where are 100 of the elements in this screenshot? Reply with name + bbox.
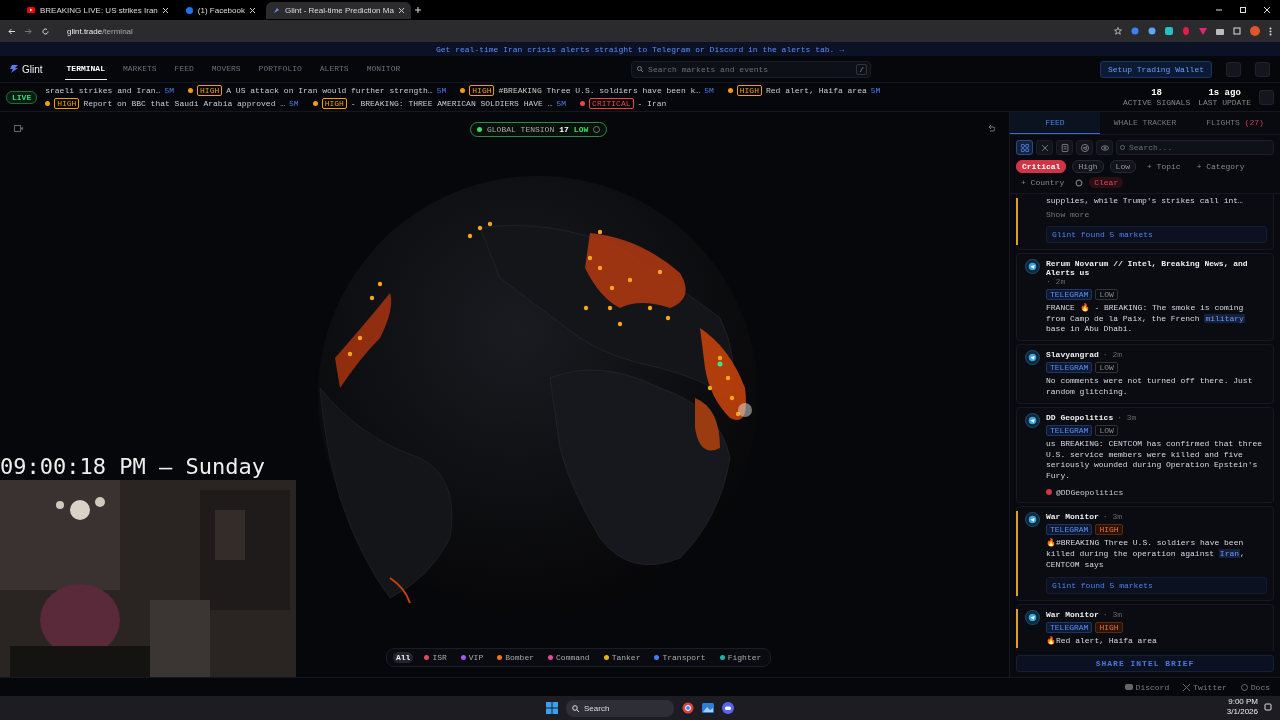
ticker-headline[interactable]: A US attack on Iran would further strength… xyxy=(226,86,433,95)
level-chip[interactable]: Low xyxy=(1109,160,1136,173)
markets-link[interactable]: Glint found 5 markets xyxy=(1046,225,1267,243)
windows-icon[interactable] xyxy=(546,702,558,714)
source-tag: TELEGRAM xyxy=(1046,288,1093,300)
maximize-icon[interactable] xyxy=(1240,7,1246,13)
feed-card[interactable]: War Monitor · 3m TELEGRAM HIGH 🔥Red alert, Haifa area xyxy=(1016,604,1274,651)
close-icon[interactable] xyxy=(249,7,255,13)
legend-filter[interactable]: Bomber xyxy=(494,652,538,663)
logo-text[interactable]: Glint xyxy=(22,63,43,75)
taskbar-search[interactable]: Search xyxy=(566,699,674,717)
clear-button[interactable]: Clear xyxy=(1089,177,1124,188)
author-name[interactable]: Rerum Novarum // Intel, Breaking News, and Alerts us xyxy=(1046,258,1267,277)
nav-tab[interactable]: MOVERS xyxy=(209,58,243,80)
feed-card[interactable]: Rerum Novarum // Intel, Breaking News, and Alerts us · 2m TELEGRAM LOW FRANCE 🔥 - BREAKING: The smoke is coming from Camp de la Paix, the French military base in Abu Dhabi. xyxy=(1016,252,1274,342)
ticker-headline[interactable]: Red alert, Haifa area xyxy=(765,86,867,95)
profile-avatar[interactable] xyxy=(1250,26,1260,36)
extension-icon[interactable] xyxy=(1182,27,1190,35)
author-name[interactable]: Slavyangrad xyxy=(1046,350,1099,360)
legend-filter[interactable]: VIP xyxy=(457,652,487,663)
legend-filter[interactable]: Command xyxy=(545,652,593,663)
panel-tab[interactable]: FLIGHTS (27) xyxy=(1190,112,1280,134)
age-label: 5M xyxy=(164,86,175,95)
footer-link[interactable]: Discord xyxy=(1135,682,1170,692)
legend-filter[interactable]: Transport xyxy=(651,652,709,663)
nav-tab[interactable]: PORTFOLIO xyxy=(256,58,304,80)
panel-tab[interactable]: WHALE TRACKER xyxy=(1100,112,1190,134)
new-tab-icon[interactable] xyxy=(414,7,421,13)
author-name[interactable]: DD Geopolitics xyxy=(1046,412,1114,422)
nav-tab[interactable]: TERMINAL xyxy=(64,58,107,80)
source-filter-button[interactable] xyxy=(1076,140,1093,155)
wallet-button[interactable]: Setup Trading Wallet xyxy=(1100,60,1212,78)
browser-tab[interactable]: (1) Facebook xyxy=(178,1,262,19)
source-tag: TELEGRAM xyxy=(1046,523,1093,535)
ticker-headline[interactable]: Report on BBC that Saudi Arabia approved … xyxy=(83,99,286,108)
feed-card[interactable]: DD Geopolitics · 3m TELEGRAM LOW us BREAKING: CENTCOM has confirmed that three U.S. service members were killed and five seriously wounded during Operation Epstein's Fury. @DDGeopolitics xyxy=(1016,406,1274,503)
settings-icon[interactable] xyxy=(1075,178,1084,187)
level-chip[interactable]: High xyxy=(1072,160,1104,173)
tab-title: BREAKING LIVE: US strikes Iran xyxy=(40,5,158,15)
nav-tab[interactable]: ALERTS xyxy=(317,58,351,80)
legend-filter[interactable]: All xyxy=(393,652,414,663)
ticker-headline[interactable]: #BREAKING Three U.S. soldiers have been k… xyxy=(498,86,701,95)
feed-card[interactable]: Slavyangrad · 2m TELEGRAM LOW No comments were not turned off there. Just random glitching. xyxy=(1016,344,1274,404)
channel-handle[interactable]: @DDGeopolitics xyxy=(1056,487,1124,497)
share-button[interactable]: SHARE INTEL BRIEF xyxy=(1016,655,1274,672)
reload-icon[interactable] xyxy=(42,27,49,35)
paper-plane-icon xyxy=(1025,610,1040,626)
post-text: 🔥#BREAKING Three U.S. soldiers have been killed during the operation against Iran, CENTCOM says xyxy=(1046,537,1246,571)
source-filter-button[interactable] xyxy=(1036,140,1053,155)
add-filter-button[interactable]: + Country xyxy=(1016,177,1070,188)
feed-card[interactable]: supplies, while Trump's strikes call int… Show more Glint found 5 markets xyxy=(1016,194,1274,250)
chat-app-icon[interactable] xyxy=(722,702,734,714)
photos-icon[interactable] xyxy=(702,702,714,714)
tension-pill[interactable]: GLOBAL TENSION 17 LOW xyxy=(470,122,608,137)
tab-title: Glint - Real-time Prediction Ma xyxy=(284,5,394,15)
forward-icon[interactable] xyxy=(25,27,32,35)
markets-link[interactable]: Glint found 5 markets xyxy=(1046,577,1267,595)
close-icon[interactable] xyxy=(398,7,404,13)
browser-tab[interactable]: Glint - Real-time Prediction Ma xyxy=(265,1,411,19)
nav-tab[interactable]: MONITOR xyxy=(364,58,403,80)
legend-filter[interactable]: Fighter xyxy=(716,652,765,663)
close-icon[interactable] xyxy=(1264,7,1270,13)
add-filter-button[interactable]: + Topic xyxy=(1142,161,1186,172)
ticker-headline[interactable]: - BREAKING: THREE AMERICAN SOLDIERS HAVE … xyxy=(350,99,553,108)
star-icon[interactable] xyxy=(1114,27,1122,35)
help-icon[interactable] xyxy=(593,126,601,133)
source-filter-button[interactable] xyxy=(1016,140,1033,155)
author-name[interactable]: War Monitor xyxy=(1046,511,1099,521)
browser-icon[interactable] xyxy=(682,702,694,714)
footer-link[interactable]: Docs xyxy=(1250,682,1270,692)
source-filter-button[interactable] xyxy=(1056,140,1073,155)
back-icon[interactable] xyxy=(8,27,15,35)
ticker-headline[interactable]: - Iran xyxy=(637,99,667,108)
clock-date[interactable]: 3/1/2026 xyxy=(1226,707,1258,717)
clock-time[interactable]: 9:00 PM xyxy=(1228,697,1258,707)
nav-tab[interactable]: MARKETS xyxy=(120,58,159,80)
author-name[interactable]: War Monitor xyxy=(1046,610,1099,620)
extension-icon[interactable] xyxy=(1199,27,1207,35)
level-chip[interactable]: Critical xyxy=(1016,160,1067,173)
menu-icon[interactable] xyxy=(1269,26,1272,36)
browser-tab[interactable]: BREAKING LIVE: US strikes Iran xyxy=(20,1,175,19)
undo-icon[interactable] xyxy=(987,124,995,132)
add-filter-button[interactable]: + Category xyxy=(1191,161,1250,172)
extension-icon[interactable] xyxy=(1131,27,1139,35)
minimize-icon[interactable] xyxy=(1216,7,1222,13)
video-camera-icon[interactable] xyxy=(14,125,23,132)
notification-icon[interactable] xyxy=(1264,703,1272,711)
ticker-headline[interactable]: sraeli strikes and Iran… xyxy=(45,86,161,95)
feed-card[interactable]: War Monitor · 3m TELEGRAM HIGH 🔥#BREAKING Three U.S. soldiers have been killed during the operation against Iran, CENTCOM says Glint found 5 markets xyxy=(1016,505,1274,602)
extension-icon[interactable] xyxy=(1165,27,1173,35)
source-filter-button[interactable] xyxy=(1096,140,1113,155)
show-more-link[interactable]: Show more xyxy=(1046,209,1267,219)
panel-tab[interactable]: FEED xyxy=(1010,112,1100,134)
extension-icon[interactable] xyxy=(1148,27,1156,35)
footer-link[interactable]: Twitter xyxy=(1193,682,1227,692)
close-icon[interactable] xyxy=(162,7,168,13)
nav-tab[interactable]: FEED xyxy=(172,58,196,80)
legend-filter[interactable]: Tanker xyxy=(600,652,644,663)
feed-search-field[interactable]: Search... xyxy=(1116,140,1274,155)
legend-filter[interactable]: ISR xyxy=(421,652,450,663)
